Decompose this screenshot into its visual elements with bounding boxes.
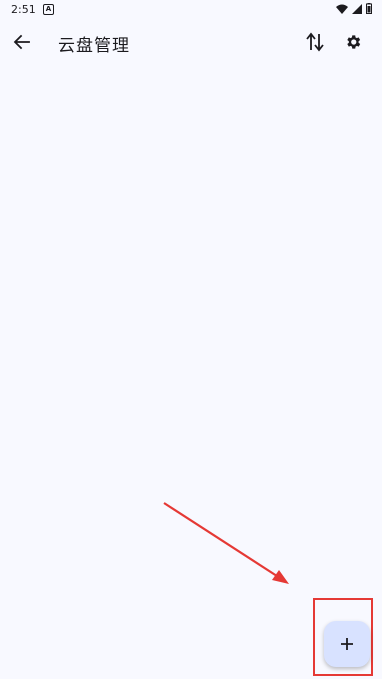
status-icons	[336, 3, 372, 14]
sort-button[interactable]	[299, 26, 331, 58]
gear-icon	[347, 35, 361, 49]
plus-icon	[341, 638, 353, 650]
signal-icon	[352, 3, 362, 14]
top-app-bar: 云盘管理	[0, 22, 382, 62]
wifi-icon	[336, 4, 348, 14]
empty-content-area	[0, 62, 382, 679]
status-bar: 2:51 A	[0, 0, 382, 20]
arrow-left-icon	[13, 34, 30, 50]
battery-icon	[366, 3, 372, 14]
notification-icon: A	[43, 4, 54, 15]
page-title: 云盘管理	[58, 36, 130, 56]
add-fab-button[interactable]	[324, 621, 370, 667]
screen: 2:51 A 云盘管理	[0, 0, 382, 679]
settings-button[interactable]	[337, 26, 369, 58]
back-button[interactable]	[6, 26, 38, 58]
status-time: 2:51	[11, 3, 36, 16]
sort-arrows-icon	[306, 32, 324, 52]
